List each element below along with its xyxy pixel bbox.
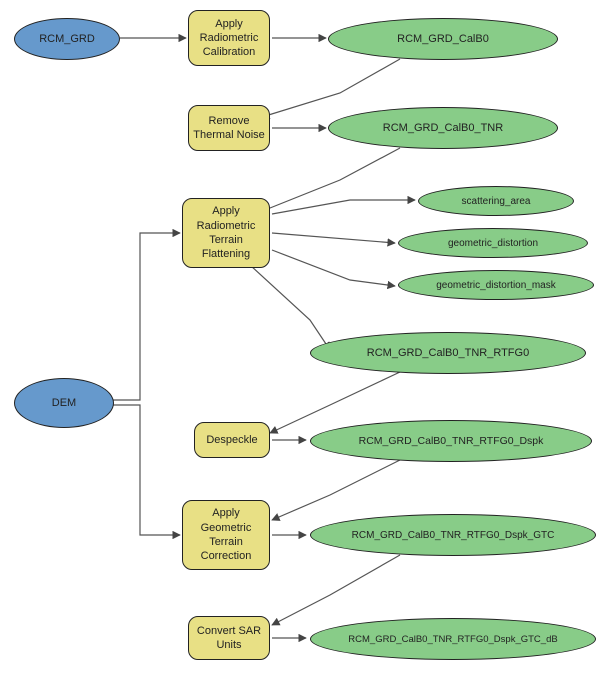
output-scattering-area: scattering_area [418, 186, 574, 216]
output-geometric-distortion: geometric_distortion [398, 228, 588, 258]
step-terrain-flattening: Apply Radiometric Terrain Flattening [182, 198, 270, 268]
output-gtc: RCM_GRD_CalB0_TNR_RTFG0_Dspk_GTC [310, 514, 596, 556]
step-radiometric-calibration: Apply Radiometric Calibration [188, 10, 270, 66]
step-despeckle: Despeckle [194, 422, 270, 458]
output-geometric-distortion-mask: geometric_distortion_mask [398, 270, 594, 300]
output-rtfg0: RCM_GRD_CalB0_TNR_RTFG0 [310, 332, 586, 374]
step-remove-thermal-noise: Remove Thermal Noise [188, 105, 270, 151]
step-geometric-terrain-correction: Apply Geometric Terrain Correction [182, 500, 270, 570]
input-rcm-grd: RCM_GRD [14, 18, 120, 60]
input-dem: DEM [14, 378, 114, 428]
output-calb0-tnr: RCM_GRD_CalB0_TNR [328, 107, 558, 149]
output-db: RCM_GRD_CalB0_TNR_RTFG0_Dspk_GTC_dB [310, 618, 596, 660]
output-calb0: RCM_GRD_CalB0 [328, 18, 558, 60]
step-convert-sar-units: Convert SAR Units [188, 616, 270, 660]
output-dspk: RCM_GRD_CalB0_TNR_RTFG0_Dspk [310, 420, 592, 462]
